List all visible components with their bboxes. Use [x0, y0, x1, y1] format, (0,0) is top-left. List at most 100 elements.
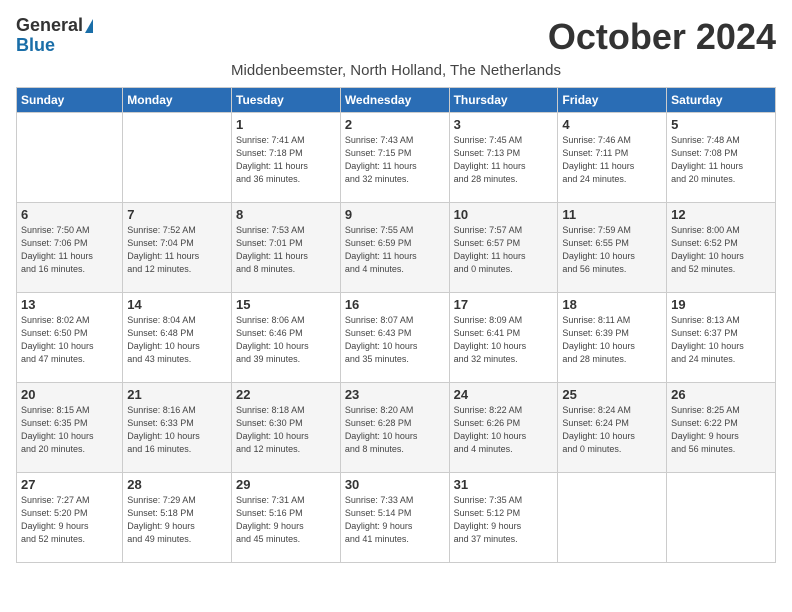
calendar-cell: 14Sunrise: 8:04 AM Sunset: 6:48 PM Dayli… [123, 293, 232, 383]
day-number: 23 [345, 387, 445, 402]
day-info: Sunrise: 7:41 AM Sunset: 7:18 PM Dayligh… [236, 134, 336, 186]
calendar-cell [123, 113, 232, 203]
day-number: 3 [454, 117, 554, 132]
weekday-header-thursday: Thursday [449, 88, 558, 113]
calendar-cell: 19 Sunrise: 8:13 AM Sunset: 6:37 PM Dayli… [667, 293, 776, 383]
calendar-cell [667, 473, 776, 563]
weekday-header-tuesday: Tuesday [232, 88, 341, 113]
calendar-cell: 11 Sunrise: 7:59 AM Sunset: 6:55 PM Dayli… [558, 203, 667, 293]
day-info: Sunrise: 8:20 AM Sunset: 6:28 PM Dayligh… [345, 404, 445, 456]
calendar-cell: 22 Sunrise: 8:18 AM Sunset: 6:30 PM Dayli… [232, 383, 341, 473]
day-info: Sunrise: 7:59 AM Sunset: 6:55 PM Dayligh… [562, 224, 662, 276]
calendar-cell: 13Sunrise: 8:02 AM Sunset: 6:50 PM Dayli… [17, 293, 123, 383]
calendar-cell: 16Sunrise: 8:07 AM Sunset: 6:43 PM Dayli… [340, 293, 449, 383]
day-number: 20 [21, 387, 118, 402]
calendar-cell: 29 Sunrise: 7:31 AM Sunset: 5:16 PM Dayli… [232, 473, 341, 563]
calendar-cell [17, 113, 123, 203]
day-number: 24 [454, 387, 554, 402]
weekday-header-saturday: Saturday [667, 88, 776, 113]
day-info: Sunrise: 8:04 AM Sunset: 6:48 PM Dayligh… [127, 314, 227, 366]
calendar-cell: 6 Sunrise: 7:50 AM Sunset: 7:06 PM Daylig… [17, 203, 123, 293]
day-info: Sunrise: 8:15 AM Sunset: 6:35 PM Dayligh… [21, 404, 118, 456]
day-info: Sunrise: 8:06 AM Sunset: 6:46 PM Dayligh… [236, 314, 336, 366]
calendar-cell: 2 Sunrise: 7:43 AM Sunset: 7:15 PM Daylig… [340, 113, 449, 203]
day-number: 2 [345, 117, 445, 132]
day-info: Sunrise: 7:48 AM Sunset: 7:08 PM Dayligh… [671, 134, 771, 186]
calendar-cell: 5 Sunrise: 7:48 AM Sunset: 7:08 PM Daylig… [667, 113, 776, 203]
day-info: Sunrise: 8:09 AM Sunset: 6:41 PM Dayligh… [454, 314, 554, 366]
day-info: Sunrise: 8:13 AM Sunset: 6:37 PM Dayligh… [671, 314, 771, 366]
calendar-cell: 4 Sunrise: 7:46 AM Sunset: 7:11 PM Daylig… [558, 113, 667, 203]
day-number: 22 [236, 387, 336, 402]
day-info: Sunrise: 7:50 AM Sunset: 7:06 PM Dayligh… [21, 224, 118, 276]
day-info: Sunrise: 7:33 AM Sunset: 5:14 PM Dayligh… [345, 494, 445, 546]
calendar-cell: 25Sunrise: 8:24 AM Sunset: 6:24 PM Dayli… [558, 383, 667, 473]
weekday-header-sunday: Sunday [17, 88, 123, 113]
calendar-cell: 27 Sunrise: 7:27 AM Sunset: 5:20 PM Dayli… [17, 473, 123, 563]
day-number: 11 [562, 207, 662, 222]
day-number: 5 [671, 117, 771, 132]
day-info: Sunrise: 8:25 AM Sunset: 6:22 PM Dayligh… [671, 404, 771, 456]
day-info: Sunrise: 7:29 AM Sunset: 5:18 PM Dayligh… [127, 494, 227, 546]
day-info: Sunrise: 8:22 AM Sunset: 6:26 PM Dayligh… [454, 404, 554, 456]
day-number: 26 [671, 387, 771, 402]
day-number: 6 [21, 207, 118, 222]
calendar-cell: 20 Sunrise: 8:15 AM Sunset: 6:35 PM Dayli… [17, 383, 123, 473]
calendar-cell: 31 Sunrise: 7:35 AM Sunset: 5:12 PM Dayli… [449, 473, 558, 563]
header: General Blue October 2024 [16, 16, 776, 58]
calendar-cell: 15 Sunrise: 8:06 AM Sunset: 6:46 PM Dayli… [232, 293, 341, 383]
calendar-cell: 24 Sunrise: 8:22 AM Sunset: 6:26 PM Dayli… [449, 383, 558, 473]
day-number: 19 [671, 297, 771, 312]
calendar-cell: 23 Sunrise: 8:20 AM Sunset: 6:28 PM Dayli… [340, 383, 449, 473]
day-info: Sunrise: 8:07 AM Sunset: 6:43 PM Dayligh… [345, 314, 445, 366]
calendar-table: SundayMondayTuesdayWednesdayThursdayFrid… [16, 87, 776, 563]
day-number: 30 [345, 477, 445, 492]
day-number: 15 [236, 297, 336, 312]
calendar-cell: 17Sunrise: 8:09 AM Sunset: 6:41 PM Dayli… [449, 293, 558, 383]
day-info: Sunrise: 8:18 AM Sunset: 6:30 PM Dayligh… [236, 404, 336, 456]
day-number: 13 [21, 297, 118, 312]
calendar-cell: 26 Sunrise: 8:25 AM Sunset: 6:22 PM Dayli… [667, 383, 776, 473]
subtitle: Middenbeemster, North Holland, The Nethe… [16, 62, 776, 79]
day-info: Sunrise: 7:46 AM Sunset: 7:11 PM Dayligh… [562, 134, 662, 186]
calendar-cell: 28 Sunrise: 7:29 AM Sunset: 5:18 PM Dayli… [123, 473, 232, 563]
logo-blue: Blue [16, 36, 55, 56]
calendar-cell: 3 Sunrise: 7:45 AM Sunset: 7:13 PM Daylig… [449, 113, 558, 203]
logo-icon [85, 19, 93, 33]
calendar-cell: 7 Sunrise: 7:52 AM Sunset: 7:04 PM Daylig… [123, 203, 232, 293]
day-number: 29 [236, 477, 336, 492]
day-number: 25 [562, 387, 662, 402]
weekday-header-monday: Monday [123, 88, 232, 113]
calendar-cell: 30 Sunrise: 7:33 AM Sunset: 5:14 PM Dayli… [340, 473, 449, 563]
day-info: Sunrise: 8:16 AM Sunset: 6:33 PM Dayligh… [127, 404, 227, 456]
day-number: 27 [21, 477, 118, 492]
day-info: Sunrise: 7:27 AM Sunset: 5:20 PM Dayligh… [21, 494, 118, 546]
day-info: Sunrise: 7:55 AM Sunset: 6:59 PM Dayligh… [345, 224, 445, 276]
calendar-cell: 10Sunrise: 7:57 AM Sunset: 6:57 PM Dayli… [449, 203, 558, 293]
day-number: 8 [236, 207, 336, 222]
day-info: Sunrise: 7:53 AM Sunset: 7:01 PM Dayligh… [236, 224, 336, 276]
day-number: 7 [127, 207, 227, 222]
day-info: Sunrise: 8:11 AM Sunset: 6:39 PM Dayligh… [562, 314, 662, 366]
day-number: 28 [127, 477, 227, 492]
day-info: Sunrise: 7:35 AM Sunset: 5:12 PM Dayligh… [454, 494, 554, 546]
day-number: 9 [345, 207, 445, 222]
calendar-cell: 1 Sunrise: 7:41 AM Sunset: 7:18 PM Daylig… [232, 113, 341, 203]
day-info: Sunrise: 7:31 AM Sunset: 5:16 PM Dayligh… [236, 494, 336, 546]
day-number: 18 [562, 297, 662, 312]
day-number: 1 [236, 117, 336, 132]
calendar-cell: 18 Sunrise: 8:11 AM Sunset: 6:39 PM Dayli… [558, 293, 667, 383]
day-info: Sunrise: 7:43 AM Sunset: 7:15 PM Dayligh… [345, 134, 445, 186]
day-number: 10 [454, 207, 554, 222]
logo: General Blue [16, 16, 93, 56]
logo-general: General [16, 16, 83, 36]
day-info: Sunrise: 7:52 AM Sunset: 7:04 PM Dayligh… [127, 224, 227, 276]
day-number: 4 [562, 117, 662, 132]
calendar-cell: 12Sunrise: 8:00 AM Sunset: 6:52 PM Dayli… [667, 203, 776, 293]
day-number: 12 [671, 207, 771, 222]
month-title: October 2024 [548, 16, 776, 58]
calendar-cell: 21 Sunrise: 8:16 AM Sunset: 6:33 PM Dayli… [123, 383, 232, 473]
day-number: 21 [127, 387, 227, 402]
day-info: Sunrise: 7:45 AM Sunset: 7:13 PM Dayligh… [454, 134, 554, 186]
day-number: 31 [454, 477, 554, 492]
